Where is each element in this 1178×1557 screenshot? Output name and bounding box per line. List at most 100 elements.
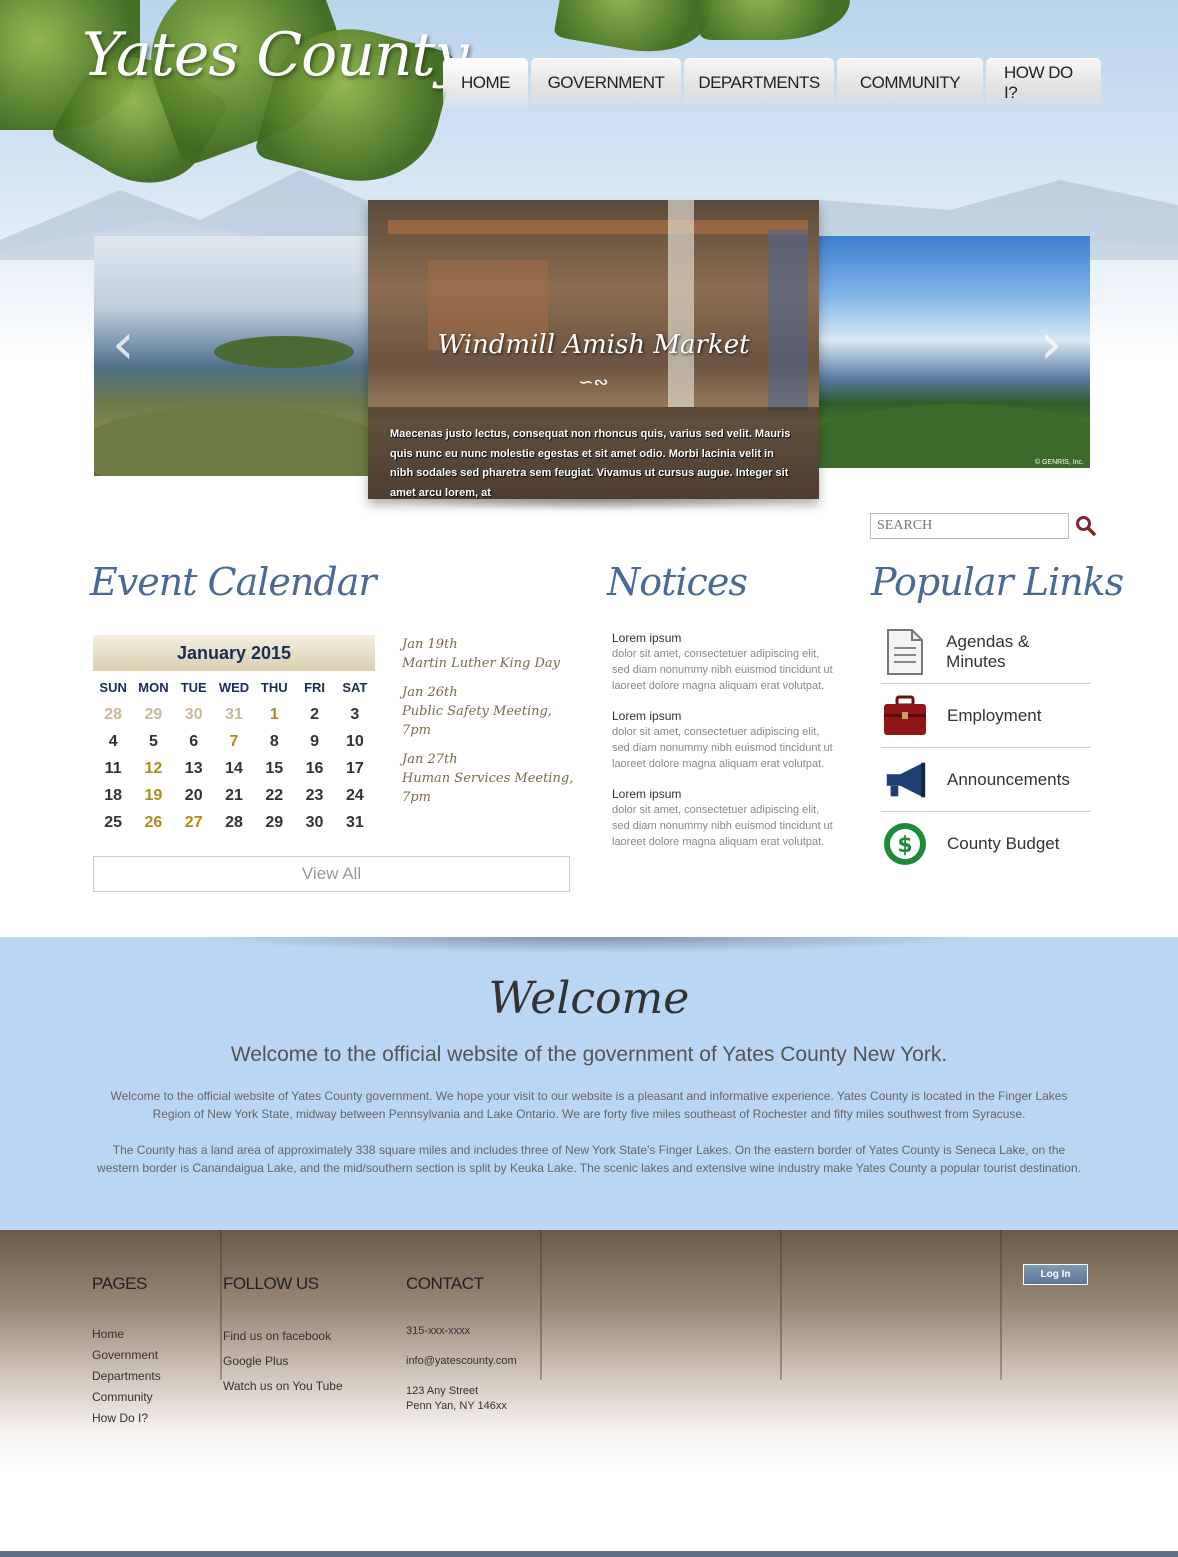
calendar-day[interactable]: 20 [174,782,214,809]
calendar-day[interactable]: 29 [133,701,173,728]
welcome-title: Welcome [488,973,690,1024]
link-label: County Budget [947,834,1060,853]
site-logo[interactable]: Yates County [82,20,469,90]
calendar-day[interactable]: 28 [93,701,133,728]
link-agendas-minutes[interactable]: Agendas & Minutes [881,620,1091,684]
calendar-weekday: SUN [99,680,127,695]
main-nav: HOME GOVERNMENT DEPARTMENTS COMMUNITY HO… [443,58,1101,108]
calendar-day[interactable]: 16 [294,755,334,782]
search-icon[interactable] [1075,515,1097,537]
calendar-day[interactable]: 1 [254,701,294,728]
calendar-day[interactable]: 11 [93,755,133,782]
calendar-day[interactable]: 2 [294,701,334,728]
search-input[interactable] [870,513,1069,539]
link-employment[interactable]: Employment [881,684,1091,748]
calendar-day[interactable]: 19 [133,782,173,809]
featured-slide[interactable]: Windmill Amish Market ∽∾ Maecenas justo … [368,200,819,499]
login-button[interactable]: Log In [1023,1264,1088,1285]
calendar-day[interactable]: 8 [254,728,294,755]
youtube-link[interactable]: Watch us on You Tube [223,1374,343,1399]
welcome-shadow [200,937,978,953]
event-calendar-heading: Event Calendar [90,560,377,604]
calendar-day[interactable]: 22 [254,782,294,809]
footer-pages: PAGES Home Government Departments Commun… [92,1274,161,1429]
nav-how-do-i[interactable]: HOW DO I? [986,58,1101,108]
megaphone-icon [881,756,929,804]
notices-list: Lorem ipsum dolor sit amet, consectetuer… [612,630,837,864]
slide-lake-image[interactable] [94,236,370,476]
calendar-day[interactable]: 30 [294,809,334,836]
welcome-subtitle: Welcome to the official website of the g… [230,1043,948,1066]
footer-pages-heading: PAGES [92,1274,147,1293]
calendar-day[interactable]: 17 [335,755,375,782]
calendar-weekday: MON [138,680,169,695]
link-county-budget[interactable]: $ County Budget [881,812,1091,876]
calendar-day[interactable]: 29 [254,809,294,836]
calendar-day[interactable]: 13 [174,755,214,782]
notice-title: Lorem ipsum [612,631,682,645]
notice-title: Lorem ipsum [612,787,682,801]
footer-link-community[interactable]: Community [92,1387,161,1408]
welcome-paragraph-1: Welcome to the official website of Yates… [110,1089,1068,1121]
google-plus-link[interactable]: Google Plus [223,1349,343,1374]
document-icon [881,628,928,676]
event-item[interactable]: Jan 26th Public Safety Meeting, 7pm [402,683,582,740]
calendar-day[interactable]: 7 [214,728,254,755]
contact-email[interactable]: info@yatescounty.com [406,1354,517,1369]
calendar-day[interactable]: 3 [335,701,375,728]
calendar-day[interactable]: 14 [214,755,254,782]
chevron-right-icon[interactable]: › [1040,312,1062,377]
facebook-link[interactable]: Find us on facebook [223,1324,343,1349]
calendar-day[interactable]: 23 [294,782,334,809]
event-item[interactable]: Jan 27th Human Services Meeting, 7pm [402,750,582,807]
calendar-day[interactable]: 4 [93,728,133,755]
calendar-day[interactable]: 12 [133,755,173,782]
calendar-day[interactable]: 24 [335,782,375,809]
notice-body: dolor sit amet, consectetuer adipiscing … [612,726,833,770]
calendar-day[interactable]: 31 [214,701,254,728]
nav-departments[interactable]: DEPARTMENTS [684,58,834,108]
notice-item[interactable]: Lorem ipsum dolor sit amet, consectetuer… [612,708,837,772]
calendar-day[interactable]: 18 [93,782,133,809]
nav-government[interactable]: GOVERNMENT [531,58,681,108]
ornament-divider: ∽∾ [578,372,609,392]
dollar-icon: $ [881,820,929,868]
view-all-button[interactable]: View All [93,856,570,892]
calendar-day[interactable]: 31 [335,809,375,836]
calendar-day[interactable]: 21 [214,782,254,809]
nav-home[interactable]: HOME [443,58,528,108]
calendar-day[interactable]: 30 [174,701,214,728]
calendar-day[interactable]: 28 [214,809,254,836]
footer-link-departments[interactable]: Departments [92,1366,161,1387]
slider-shadow [368,499,819,511]
calendar-day[interactable]: 9 [294,728,334,755]
notices-heading: Notices [607,560,748,604]
notice-title: Lorem ipsum [612,709,682,723]
calendar-weekday: THU [260,680,288,695]
notice-item[interactable]: Lorem ipsum dolor sit amet, consectetuer… [612,630,837,694]
event-item[interactable]: Jan 19th Martin Luther King Day [402,635,582,673]
nav-community[interactable]: COMMUNITY [837,58,983,108]
footer-link-home[interactable]: Home [92,1324,161,1345]
footer-link-government[interactable]: Government [92,1345,161,1366]
welcome-paragraph-2: The County has a land area of approximat… [97,1143,1081,1175]
calendar-day[interactable]: 10 [335,728,375,755]
notice-body: dolor sit amet, consectetuer adipiscing … [612,648,833,692]
photo-credit: © GENRIS, Inc. [1034,459,1084,466]
calendar-day[interactable]: 15 [254,755,294,782]
footer-link-how-do-i[interactable]: How Do I? [92,1408,161,1429]
calendar-day[interactable]: 6 [174,728,214,755]
contact-address-line1: 123 Any Street [406,1385,479,1397]
calendar-weekday: FRI [304,680,326,695]
calendar-day[interactable]: 5 [133,728,173,755]
calendar-day[interactable]: 25 [93,809,133,836]
calendar-day[interactable]: 27 [174,809,214,836]
link-announcements[interactable]: Announcements [881,748,1091,812]
calendar-weekday: WED [218,680,250,695]
chevron-left-icon[interactable]: ‹ [112,312,134,377]
notice-item[interactable]: Lorem ipsum dolor sit amet, consectetuer… [612,786,837,850]
footer: PAGES Home Government Departments Commun… [0,1230,1178,1550]
popular-links-list: Agendas & Minutes Employment Announcemen… [881,620,1091,876]
contact-address-line2: Penn Yan, NY 146xx [406,1400,507,1412]
calendar-day[interactable]: 26 [133,809,173,836]
